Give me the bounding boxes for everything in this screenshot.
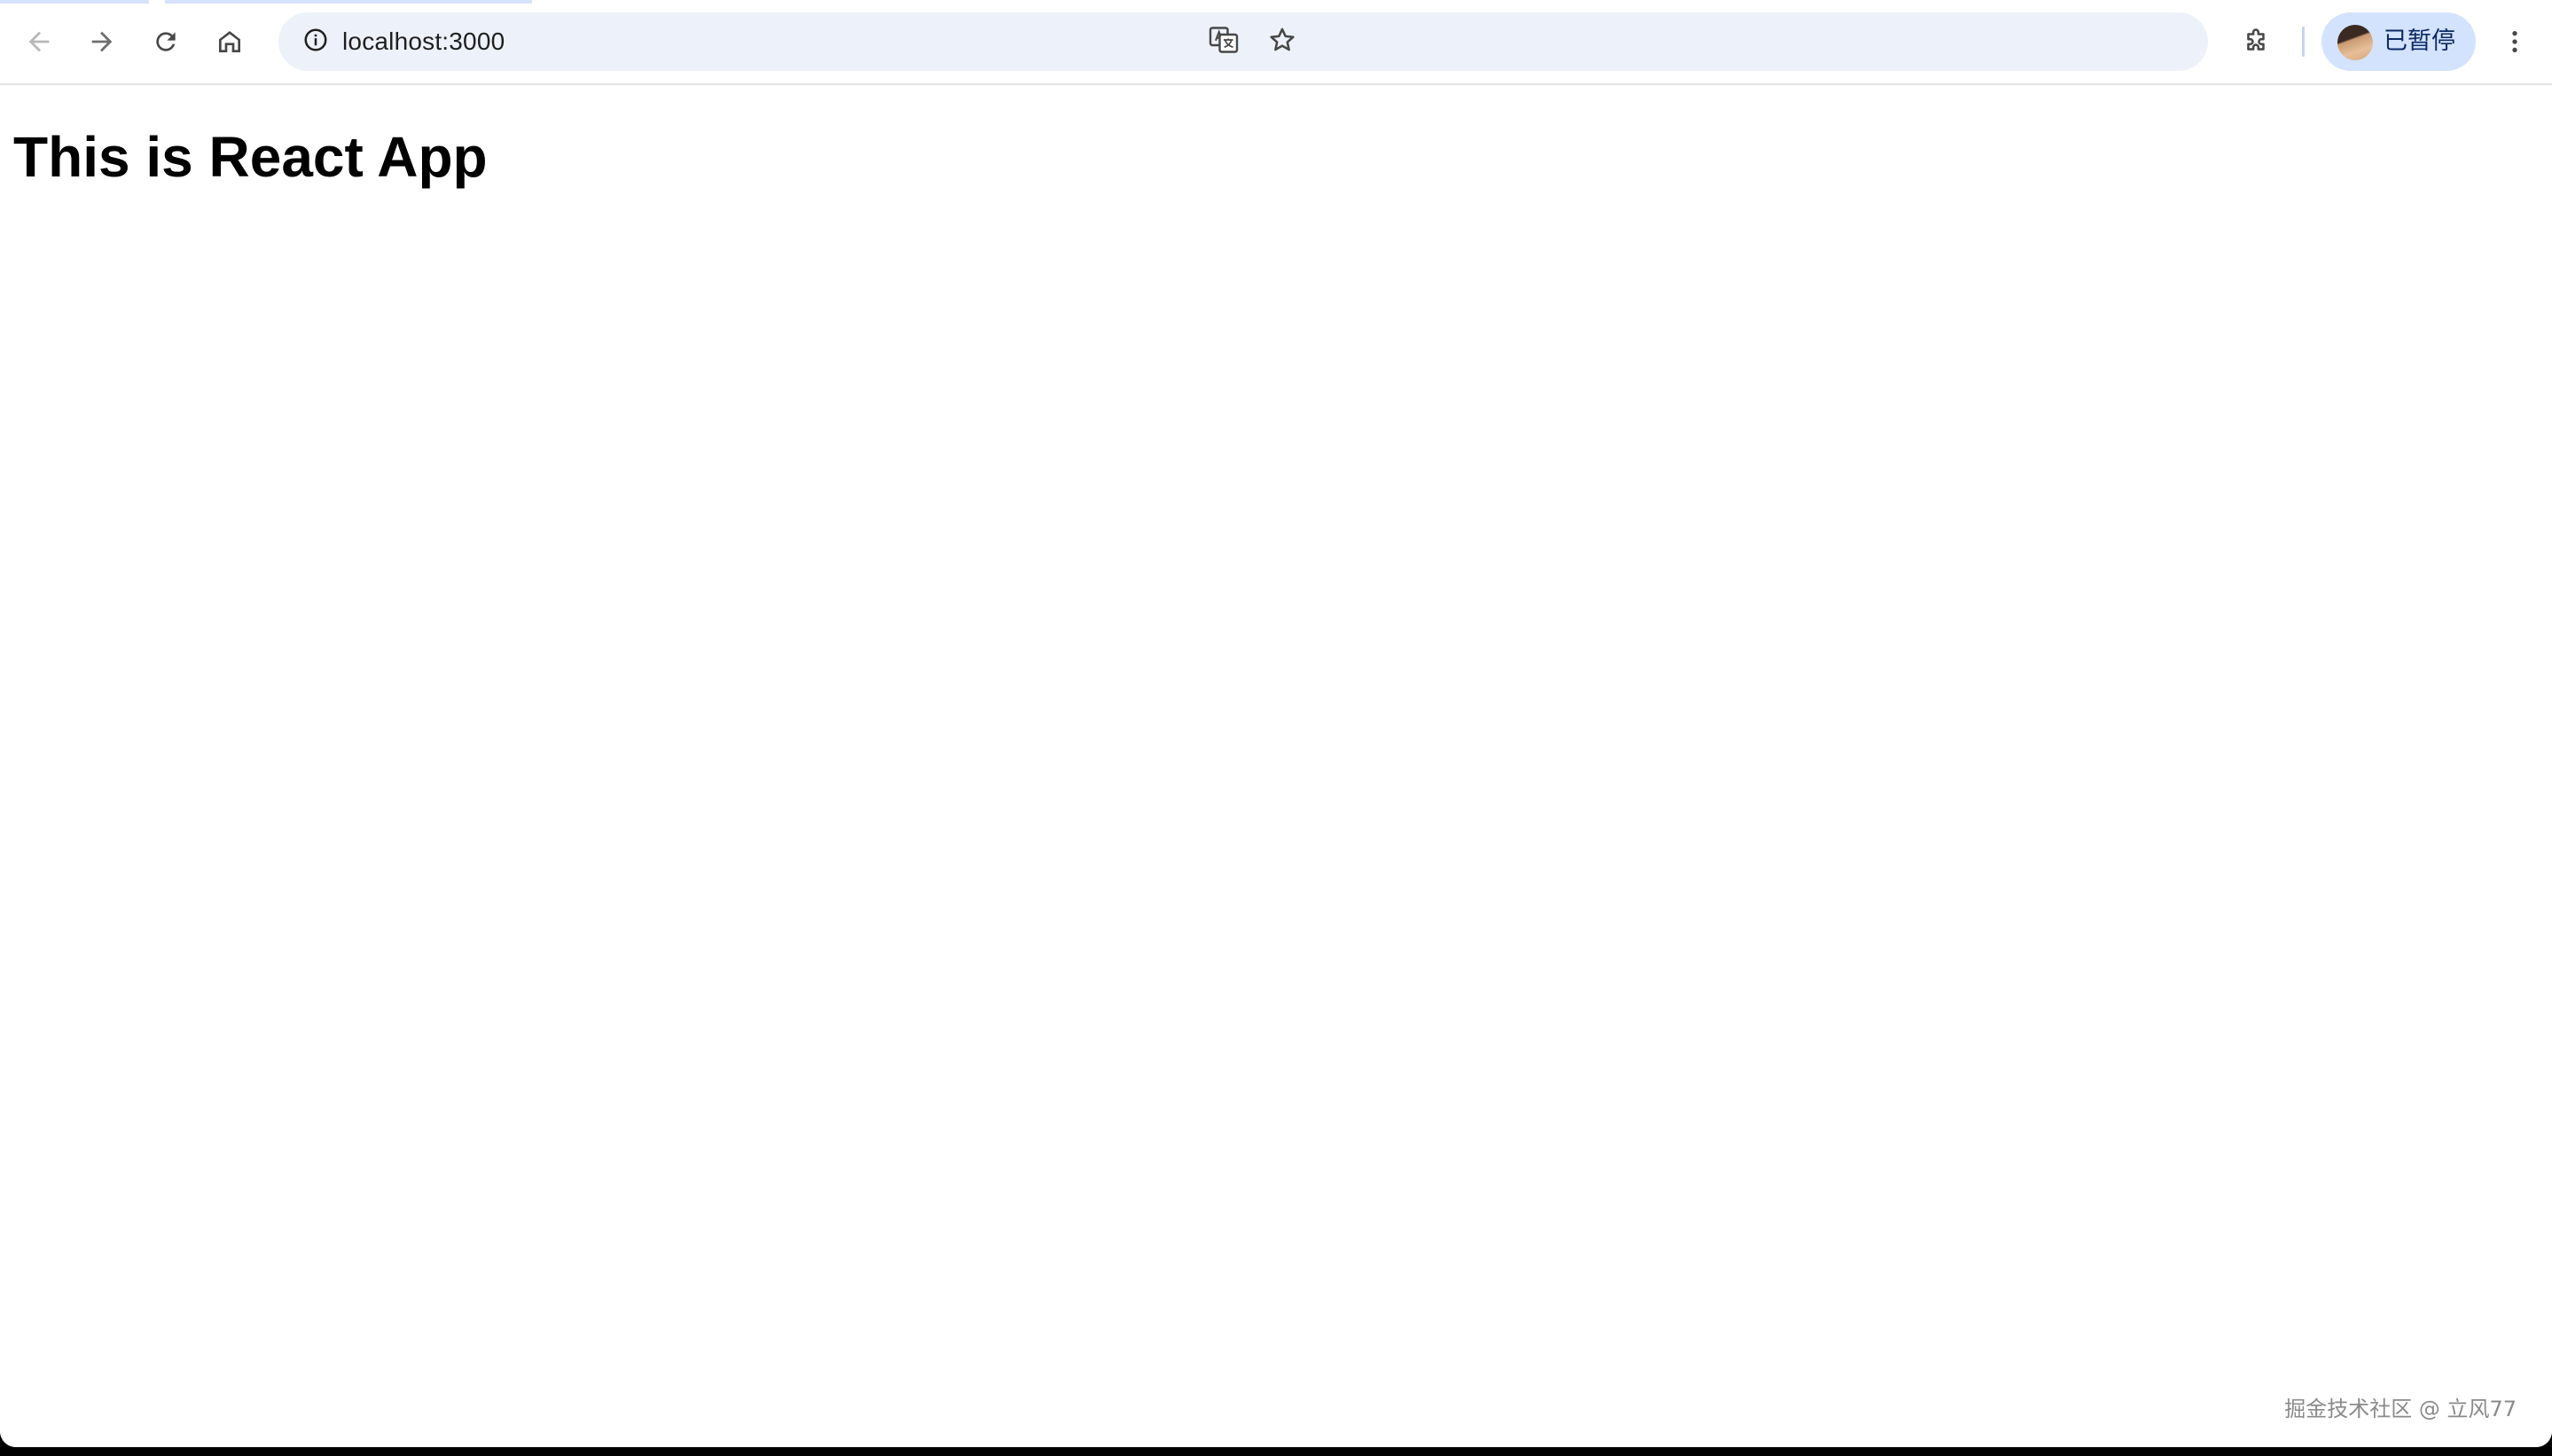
toolbar-divider (2302, 27, 2305, 57)
translate-button[interactable] (1201, 19, 1247, 65)
page-content: This is React App 掘金技术社区 @ 立风77 (0, 85, 2552, 1447)
page-heading: This is React App (13, 125, 488, 189)
arrow-right-icon (87, 27, 117, 57)
home-button[interactable] (207, 19, 253, 65)
extensions-button[interactable] (2233, 19, 2279, 65)
translate-icon (1208, 24, 1240, 60)
site-info-button[interactable] (293, 19, 339, 65)
address-bar[interactable]: localhost:3000 (278, 12, 2208, 71)
kebab-menu-icon (2501, 27, 2529, 56)
avatar (2337, 25, 2373, 60)
star-icon (1267, 25, 1297, 59)
watermark: 掘金技术社区 @ 立风77 (2284, 1397, 2517, 1421)
reload-icon (152, 27, 180, 56)
browser-menu-button[interactable] (2492, 19, 2538, 65)
browser-window: localhost:3000 已暂停 This is React App 掘金技… (0, 0, 2552, 1447)
url-text[interactable]: localhost:3000 (342, 12, 505, 71)
info-icon (302, 27, 329, 58)
forward-button[interactable] (79, 19, 125, 65)
puzzle-icon (2241, 27, 2271, 57)
loading-progress-bar (0, 0, 532, 4)
home-icon (215, 27, 244, 56)
bookmark-button[interactable] (1259, 19, 1305, 65)
browser-toolbar: localhost:3000 已暂停 (0, 0, 2552, 85)
profile-status-label: 已暂停 (2384, 27, 2455, 55)
back-button[interactable] (16, 19, 62, 65)
arrow-left-icon (24, 27, 54, 57)
reload-button[interactable] (143, 19, 189, 65)
profile-button[interactable]: 已暂停 (2321, 12, 2476, 71)
